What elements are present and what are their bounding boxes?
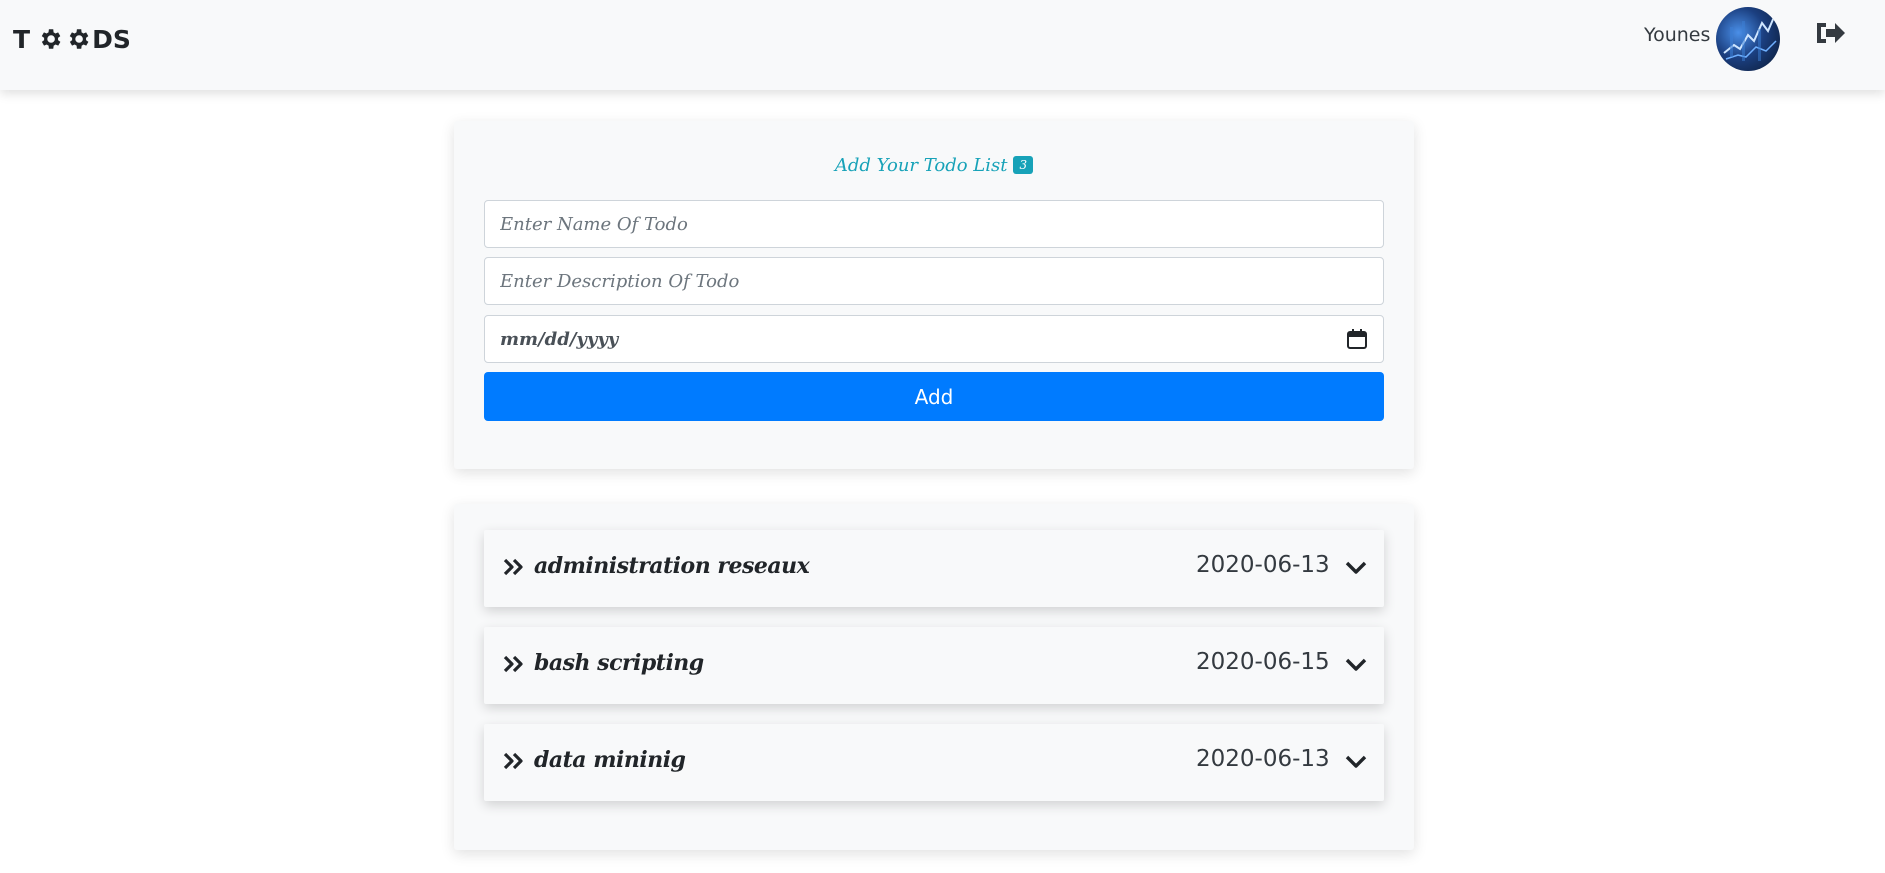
avatar-image	[1723, 16, 1777, 61]
top-navbar: T DS Younes	[0, 0, 1885, 90]
brand-prefix: T	[13, 24, 31, 54]
form-title-text: Add Your Todo List	[834, 155, 1008, 176]
chevron-down-icon[interactable]	[1344, 558, 1368, 578]
todo-name-input[interactable]	[484, 200, 1384, 248]
todo-description-input[interactable]	[484, 257, 1384, 305]
list-item[interactable]: bash scripting 2020-06-15	[484, 627, 1384, 704]
calendar-icon[interactable]	[1346, 328, 1368, 350]
todo-name: administration reseaux	[534, 553, 810, 579]
brand-logo[interactable]: T DS	[13, 24, 131, 54]
todo-name: bash scripting	[534, 650, 704, 676]
todo-count-badge: 3	[1013, 156, 1034, 174]
todo-date-input[interactable]: mm/dd/yyyy	[484, 315, 1384, 363]
todo-date: 2020-06-13	[1196, 746, 1330, 772]
todo-list-card: administration reseaux 2020-06-13 bash s…	[454, 504, 1414, 850]
todo-date: 2020-06-15	[1196, 649, 1330, 675]
list-item[interactable]: administration reseaux 2020-06-13	[484, 530, 1384, 607]
add-todo-card: Add Your Todo List 3 mm/dd/yyyy Add	[454, 121, 1414, 469]
double-chevron-right-icon	[503, 558, 523, 576]
form-title: Add Your Todo List 3	[454, 155, 1414, 176]
avatar[interactable]	[1716, 7, 1780, 71]
add-button[interactable]: Add	[484, 372, 1384, 421]
double-chevron-right-icon	[503, 752, 523, 770]
double-chevron-right-icon	[503, 655, 523, 673]
todo-name: data mininig	[534, 747, 686, 773]
chevron-down-icon[interactable]	[1344, 752, 1368, 772]
date-placeholder: mm/dd/yyyy	[500, 328, 619, 350]
gear-icon	[41, 29, 61, 49]
todo-date: 2020-06-13	[1196, 552, 1330, 578]
chevron-down-icon[interactable]	[1344, 655, 1368, 675]
logout-icon[interactable]	[1814, 18, 1846, 48]
brand-suffix: DS	[92, 24, 131, 54]
list-item[interactable]: data mininig 2020-06-13	[484, 724, 1384, 801]
gear-icon	[69, 29, 89, 49]
user-name: Younes	[1644, 24, 1711, 46]
